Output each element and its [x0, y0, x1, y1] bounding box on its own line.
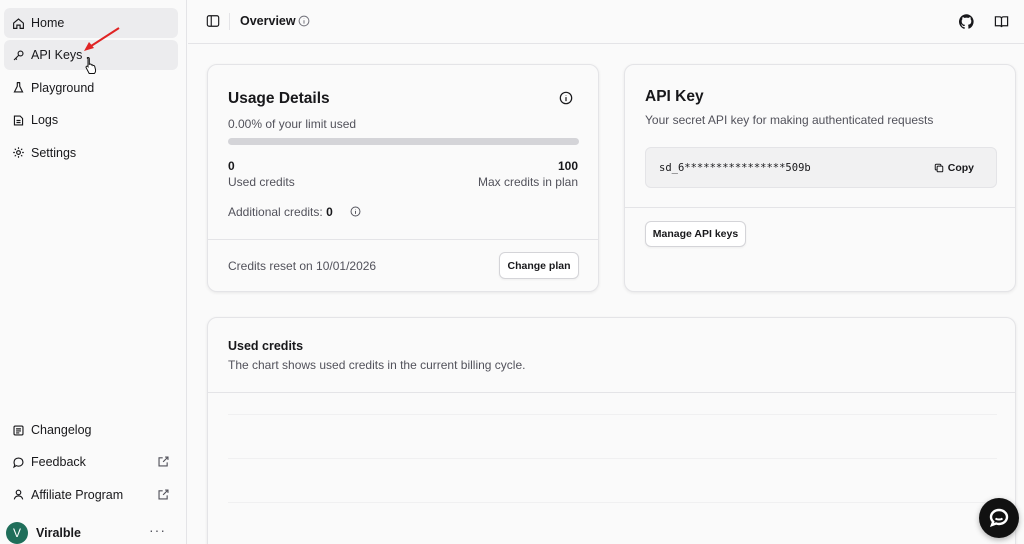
external-link-icon — [158, 489, 169, 500]
gear-icon — [12, 146, 25, 159]
divider — [625, 207, 1015, 208]
user-profile[interactable]: V Viralble ··· — [6, 521, 176, 544]
card-subtitle: Your secret API key for making authentic… — [645, 113, 934, 127]
sidebar: Home API Keys Playground Logs Settings C… — [0, 0, 187, 544]
chat-icon — [12, 456, 25, 469]
external-link-icon — [158, 456, 169, 467]
divider — [208, 392, 1015, 393]
sidebar-item-label: Feedback — [31, 455, 86, 470]
copy-label: Copy — [947, 162, 974, 174]
copy-button[interactable]: Copy — [934, 162, 974, 174]
chart-gridline — [228, 502, 997, 503]
avatar: V — [6, 522, 28, 544]
sidebar-item-label: Logs — [31, 113, 59, 128]
hand-cursor-icon — [85, 56, 97, 74]
chart-gridline — [228, 414, 997, 415]
sidebar-item-feedback[interactable]: Feedback — [4, 447, 178, 477]
sidebar-toggle-icon[interactable] — [206, 14, 220, 28]
sidebar-item-affiliate-program[interactable]: Affiliate Program — [4, 480, 178, 510]
max-credits-value: 100 — [557, 159, 578, 173]
info-icon[interactable] — [298, 15, 310, 27]
api-key-card: API Key Your secret API key for making a… — [624, 64, 1016, 292]
sidebar-item-label: Affiliate Program — [31, 487, 124, 502]
additional-credits: Additional credits: 0 — [228, 205, 333, 219]
card-subtitle: The chart shows used credits in the curr… — [228, 358, 526, 372]
card-title: Usage Details — [228, 90, 330, 107]
sidebar-item-playground[interactable]: Playground — [4, 73, 178, 103]
logs-icon — [12, 114, 25, 127]
book-icon[interactable] — [994, 14, 1009, 29]
change-plan-button[interactable]: Change plan — [499, 252, 579, 279]
card-title: API Key — [645, 88, 704, 105]
used-credits-label: Used credits — [228, 175, 295, 189]
top-bar: Overview — [188, 0, 1024, 44]
masked-api-key: sd_6****************509b — [659, 162, 811, 174]
info-icon[interactable] — [350, 206, 361, 217]
additional-credits-value: 0 — [326, 205, 333, 219]
usage-details-card: Usage Details 0.00% of your limit used 0… — [207, 64, 599, 292]
sidebar-item-label: Playground — [31, 80, 95, 95]
divider — [208, 239, 598, 240]
changelog-icon — [12, 424, 25, 437]
manage-api-keys-button[interactable]: Manage API keys — [645, 221, 746, 247]
sidebar-item-logs[interactable]: Logs — [4, 105, 178, 135]
additional-credits-label: Additional credits: — [228, 205, 323, 219]
user-icon — [12, 488, 25, 501]
max-credits-label: Max credits in plan — [477, 175, 578, 189]
flask-icon — [12, 81, 25, 94]
sidebar-item-label: API Keys — [31, 48, 83, 63]
home-icon — [12, 17, 25, 30]
info-icon[interactable] — [559, 91, 573, 105]
usage-percent-text: 0.00% of your limit used — [228, 117, 357, 131]
api-key-field: sd_6****************509b Copy — [645, 147, 997, 188]
usage-progress-bar — [228, 138, 579, 145]
divider — [229, 13, 230, 30]
chart-gridline — [228, 458, 997, 459]
sidebar-item-settings[interactable]: Settings — [4, 138, 178, 168]
sidebar-item-changelog[interactable]: Changelog — [4, 415, 178, 445]
used-credits-card: Used credits The chart shows used credit… — [207, 317, 1016, 544]
key-icon — [12, 49, 25, 62]
page-title: Overview — [240, 14, 296, 28]
chat-bubble-icon — [989, 508, 1009, 528]
copy-icon — [934, 163, 943, 173]
used-credits-value: 0 — [228, 159, 235, 173]
sidebar-item-label: Settings — [31, 145, 77, 160]
credits-reset-text: Credits reset on 10/01/2026 — [228, 259, 377, 273]
sidebar-bottom-nav: Changelog Feedback Affiliate Program — [4, 415, 178, 512]
sidebar-item-label: Home — [31, 16, 65, 30]
github-icon[interactable] — [959, 14, 974, 29]
support-chat-button[interactable] — [979, 498, 1019, 538]
more-options-icon[interactable]: ··· — [149, 522, 166, 538]
user-name: Viralble — [36, 526, 81, 540]
sidebar-item-label: Changelog — [31, 423, 92, 437]
card-title: Used credits — [228, 339, 304, 353]
annotation-arrow-icon — [84, 27, 120, 51]
